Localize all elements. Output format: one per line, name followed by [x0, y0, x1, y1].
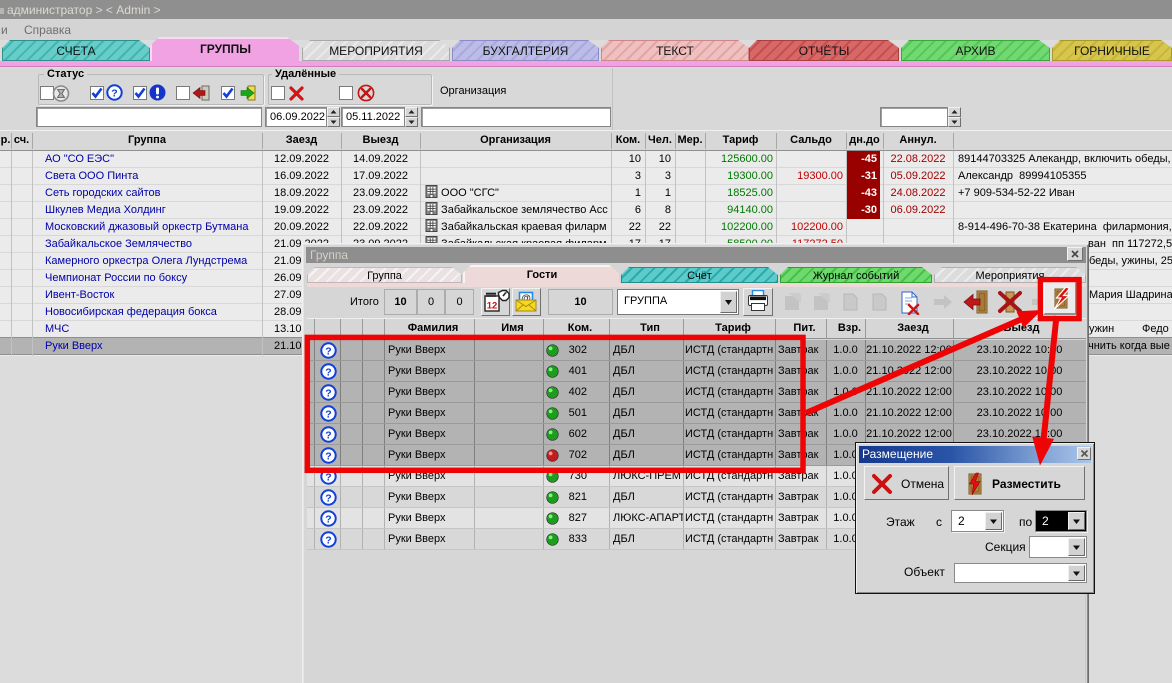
svg-text:?: ? — [325, 492, 331, 504]
svg-text:?: ? — [325, 366, 331, 378]
svg-text:12: 12 — [487, 301, 498, 312]
svg-text:?: ? — [325, 408, 331, 420]
svg-text:?: ? — [325, 471, 331, 483]
svg-text:?: ? — [111, 87, 117, 99]
svg-text:?: ? — [325, 429, 331, 441]
svg-text:?: ? — [325, 534, 331, 546]
svg-text:?: ? — [325, 450, 331, 462]
svg-text:?: ? — [325, 513, 331, 525]
svg-text:?: ? — [325, 387, 331, 399]
svg-text:?: ? — [325, 345, 331, 357]
